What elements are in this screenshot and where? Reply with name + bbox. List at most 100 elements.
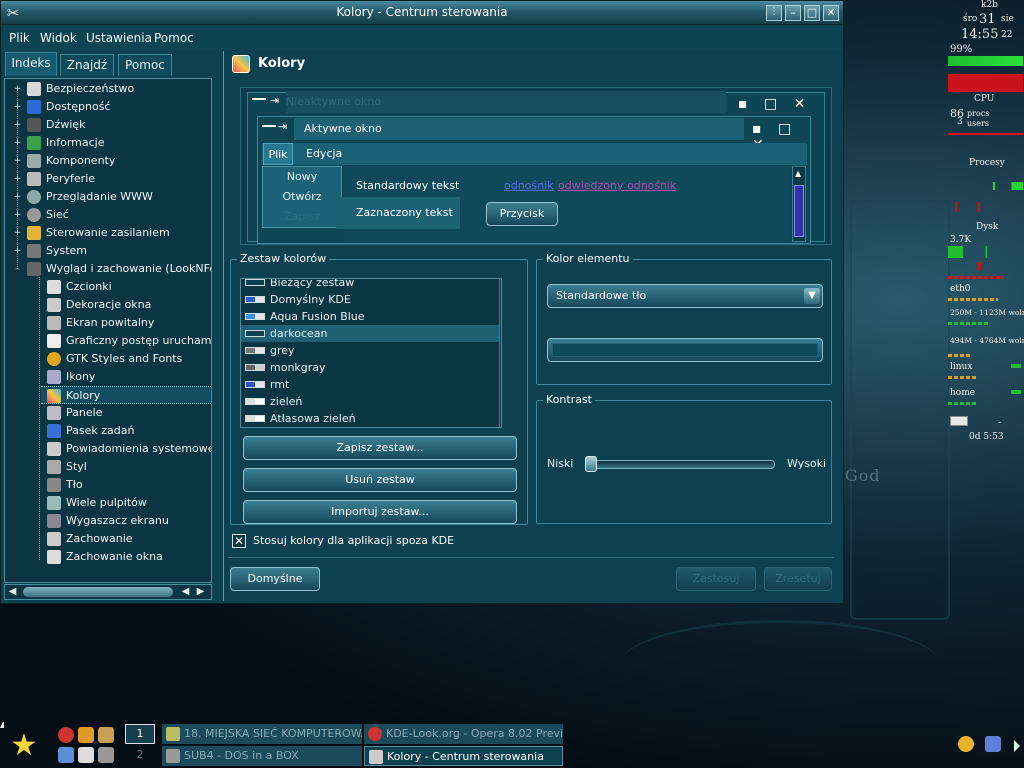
tree-item-window-decorations[interactable]: Dekoracje okna <box>5 296 211 314</box>
defaults-button[interactable]: Domyślne <box>230 567 320 591</box>
tree-item-information[interactable]: + Informacje <box>5 134 211 152</box>
tree-item-colors[interactable]: Kolory <box>41 386 211 404</box>
tree-item-behavior[interactable]: Zachowanie <box>5 530 211 548</box>
control-center-icon[interactable] <box>98 747 114 763</box>
expand-icon[interactable]: + <box>13 247 22 256</box>
menu-settings[interactable]: Ustawienia <box>86 31 152 45</box>
expand-icon[interactable]: + <box>13 103 22 112</box>
list-item[interactable]: Aqua Fusion Blue <box>241 308 499 325</box>
scroll-up-icon[interactable]: ▲ <box>501 280 502 294</box>
element-select[interactable]: Standardowe tło ▼ <box>547 284 823 308</box>
tree-item-splash-screen[interactable]: Ekran powitalny <box>5 314 211 332</box>
tray-sun-icon[interactable] <box>958 736 974 752</box>
remove-scheme-button[interactable]: Usuń zestaw <box>243 468 517 492</box>
expand-icon[interactable]: + <box>13 121 22 130</box>
tree-item-icons[interactable]: Ikony <box>5 368 211 386</box>
list-item[interactable]: grey <box>241 342 499 359</box>
scroll-up-icon[interactable]: ▲ <box>501 396 502 410</box>
scroll-down-icon[interactable]: ▼ <box>501 411 502 425</box>
contrast-slider-track[interactable] <box>587 460 775 469</box>
maximize-button[interactable]: □ <box>804 5 820 21</box>
scrollbar-thumb[interactable] <box>23 587 173 597</box>
tree-item-notifications[interactable]: Powiadomienia systemowe <box>5 440 211 458</box>
tray-display-icon[interactable] <box>985 736 1001 752</box>
tree-item-taskbar[interactable]: Pasek zadań <box>5 422 211 440</box>
scroll-left-icon[interactable]: ◀ <box>6 586 19 598</box>
collapse-icon[interactable]: – <box>13 265 22 274</box>
expand-icon[interactable]: + <box>13 211 22 220</box>
list-item[interactable]: darkocean <box>241 325 499 342</box>
task-button[interactable]: SUB4 - DOS in a BOX <box>162 746 362 766</box>
apply-non-kde-checkbox[interactable]: ✕ <box>232 534 246 548</box>
window-menu-icon[interactable]: ⋮ <box>766 5 782 21</box>
tree-item-background[interactable]: Tło <box>5 476 211 494</box>
list-item[interactable]: Atłasowa zieleń <box>241 410 499 427</box>
tab-help[interactable]: Pomoc <box>118 54 172 76</box>
scroll-left-icon[interactable]: ◀ <box>179 586 192 598</box>
expand-icon[interactable]: + <box>13 193 22 202</box>
desktop-2-button[interactable]: 2 <box>125 746 155 766</box>
tree-item-peripherals[interactable]: + Peryferie <box>5 170 211 188</box>
menu-help[interactable]: Pomoc <box>154 31 194 45</box>
import-scheme-button[interactable]: Importuj zestaw... <box>243 500 517 524</box>
list-item[interactable]: Domyślny KDE <box>241 291 499 308</box>
scroll-right-icon[interactable]: ▶ <box>194 586 207 598</box>
menu-file[interactable]: Plik <box>9 31 30 45</box>
tree-item-gtk-styles[interactable]: GTK Styles and Fonts <box>5 350 211 368</box>
close-button[interactable]: ✕ <box>823 5 839 21</box>
task-button[interactable]: KDE-Look.org - Opera 8.02 Preview <box>364 724 563 744</box>
opera-icon[interactable] <box>58 727 74 743</box>
list-item[interactable]: monkgray <box>241 359 499 376</box>
list-item[interactable]: Bieżący zestaw <box>241 279 499 291</box>
browser-icon[interactable] <box>58 747 74 763</box>
tree-item-look-and-feel[interactable]: – Wygląd i zachowanie (LookNFeel) <box>5 260 211 278</box>
tools-icon[interactable] <box>98 727 114 743</box>
expand-icon[interactable]: + <box>13 85 22 94</box>
kde-menu-star-icon[interactable]: ★ <box>4 728 44 764</box>
tree-item-components[interactable]: + Komponenty <box>5 152 211 170</box>
tab-search[interactable]: Znajdź <box>60 54 114 76</box>
tree-item-web-browsing[interactable]: + Przeglądanie WWW <box>5 188 211 206</box>
uptime: 0d 5:53 <box>969 432 1004 442</box>
expand-icon[interactable]: + <box>13 229 22 238</box>
tree-item-security[interactable]: + Bezpieczeństwo <box>5 80 211 98</box>
expand-icon[interactable]: + <box>13 157 22 166</box>
tree-item-launch-feedback[interactable]: Graficzny postęp uruchamiania <box>5 332 211 350</box>
menu-view[interactable]: Widok <box>40 31 77 45</box>
color-preview[interactable]: ⇥ Nieaktywne okno ▪ □ ✕ ⇥ Aktywne okno ▪… <box>240 87 832 245</box>
tree-item-system[interactable]: + System <box>5 242 211 260</box>
tree-item-fonts[interactable]: Czcionki <box>5 278 211 296</box>
tree-item-multiple-desktops[interactable]: Wiele pulpitów <box>5 494 211 512</box>
tree-item-accessibility[interactable]: + Dostępność <box>5 98 211 116</box>
reset-button[interactable]: Zresetuj <box>764 567 832 591</box>
tree-item-screensaver[interactable]: Wygaszacz ekranu <box>5 512 211 530</box>
expand-icon[interactable]: + <box>13 175 22 184</box>
window-titlebar[interactable]: ✂ Kolory - Centrum sterowania ⋮ – □ ✕ <box>1 1 843 25</box>
tree-horizontal-scrollbar[interactable]: ◀ ◀ ▶ <box>4 584 212 600</box>
tree-item-power[interactable]: + Sterowanie zasilaniem <box>5 224 211 242</box>
scheme-list-scrollbar[interactable]: ▲ ▲ ▼ <box>499 279 502 427</box>
tree-item-window-behavior[interactable]: Zachowanie okna <box>5 548 211 566</box>
task-button-active[interactable]: Kolory - Centrum sterowania <box>364 746 563 766</box>
list-item[interactable]: rmt <box>241 376 499 393</box>
terminal-icon[interactable] <box>78 747 94 763</box>
home-icon[interactable] <box>78 727 94 743</box>
color-picker-button[interactable] <box>547 338 823 362</box>
tab-index[interactable]: Indeks <box>5 52 57 76</box>
chevron-down-icon[interactable]: ▼ <box>804 288 820 304</box>
tree-item-panels[interactable]: Panele <box>5 404 211 422</box>
tree-item-style[interactable]: Styl <box>5 458 211 476</box>
tree-item-network[interactable]: + Sieć <box>5 206 211 224</box>
task-button[interactable]: 18. MIEJSKA SIEĆ KOMPUTEROWA <box>162 724 362 744</box>
color-scheme-list[interactable]: Bieżący zestaw Domyślny KDE Aqua Fusion … <box>240 278 502 428</box>
tray-expand-icon[interactable] <box>1014 740 1020 752</box>
tree-item-sound[interactable]: + Dźwięk <box>5 116 211 134</box>
save-scheme-button[interactable]: Zapisz zestaw... <box>243 436 517 460</box>
list-item[interactable]: zieleń <box>241 393 499 410</box>
apply-button[interactable]: Zastosuj <box>676 567 756 591</box>
expand-icon[interactable]: + <box>13 139 22 148</box>
disk-bar <box>948 276 1003 279</box>
minimize-button[interactable]: – <box>785 5 801 21</box>
desktop-1-button[interactable]: 1 <box>125 724 155 744</box>
contrast-slider-handle[interactable] <box>585 456 597 472</box>
